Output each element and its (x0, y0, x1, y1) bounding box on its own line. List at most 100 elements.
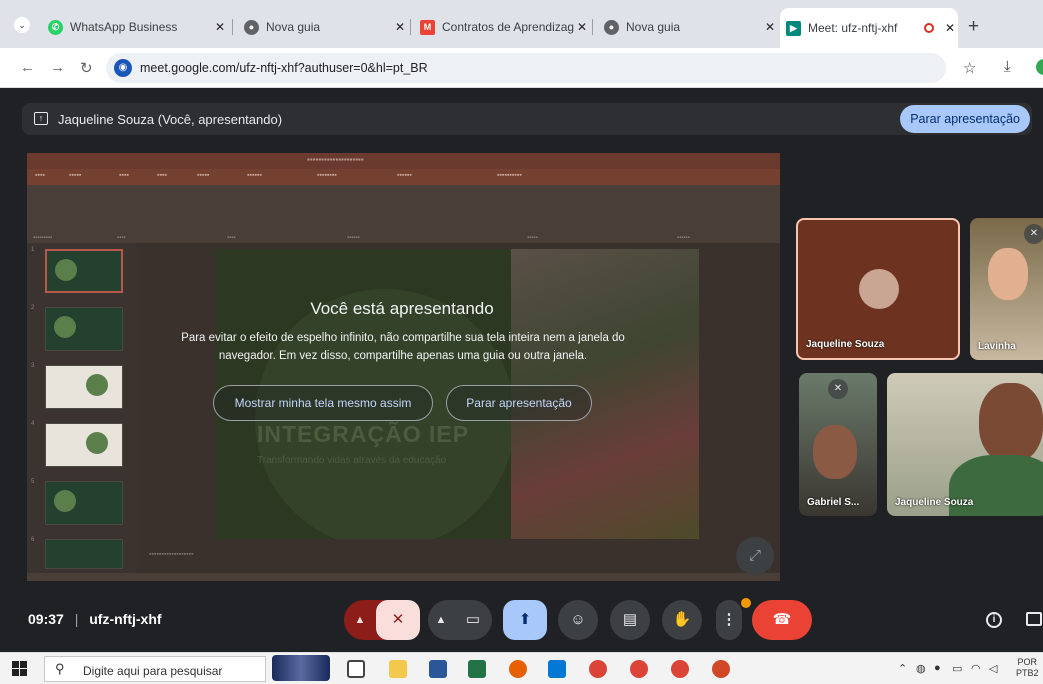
language-code: POR (1017, 657, 1038, 667)
tab-label: Nova guia (626, 20, 681, 34)
word-icon[interactable] (429, 660, 447, 678)
participant-tile[interactable]: Jaqueline Souza (887, 373, 1043, 516)
tab-search-icon[interactable]: ⌄ (14, 17, 30, 33)
file-explorer-icon[interactable] (389, 660, 407, 678)
chat-icon[interactable] (1026, 612, 1042, 626)
bookmark-star-icon[interactable]: ☆ (963, 59, 976, 77)
keyboard-layout: PTB2 (1016, 668, 1039, 678)
tab-label: Meet: ufz-nftj-xhf (808, 21, 898, 35)
presenting-overlay-message: Para evitar o efeito de espelho infinito… (181, 332, 625, 362)
widget-image-icon[interactable] (272, 655, 330, 681)
ppt-menubar: ▪▪▪▪ ▪▪▪▪▪ ▪▪▪▪ ▪▪▪▪ ▪▪▪▪▪ ▪▪▪▪▪▪ ▪▪▪▪▪▪▪▪ ▪▪… (27, 169, 780, 185)
chrome-icon[interactable] (671, 660, 689, 678)
ppt-titlebar: ▪▪▪▪▪▪▪▪▪▪▪▪▪▪▪▪▪▪▪▪ (27, 153, 780, 169)
present-screen-button[interactable]: ⬆ (503, 600, 547, 640)
stop-presenting-top-button[interactable]: Parar apresentação (900, 105, 1030, 133)
ppt-ribbon: ▪▪▪▪▪▪▪▪▪ ▪▪▪▪ ▪▪▪▪ ▪▪▪▪▪▪ ▪▪▪▪▪ ▪▪▪▪▪▪ (27, 185, 780, 243)
download-icon[interactable]: ⤓ (1004, 58, 1011, 75)
tab-label: WhatsApp Business (70, 20, 178, 34)
excel-icon[interactable] (468, 660, 486, 678)
volume-icon[interactable]: ◁ (989, 662, 997, 675)
slide-heading: INTEGRAÇÃO IEP (257, 421, 470, 447)
tab-meet[interactable]: ▶ Meet: ufz-nftj-xhf ✕ (780, 8, 958, 48)
camera-options-chevron-icon[interactable]: ▲ (428, 600, 454, 640)
gmail-icon: M (420, 19, 435, 35)
participant-video (979, 383, 1043, 463)
close-tab-icon[interactable]: ✕ (942, 21, 958, 35)
whatsapp-icon: ✆ (48, 19, 63, 35)
tab-nova-guia-1[interactable]: ● Nova guia ✕ (238, 12, 408, 42)
slide-thumbnail-panel: 1 2 3 4 5 6 (27, 243, 137, 573)
windows-start-icon[interactable] (12, 661, 27, 676)
mic-off-icon: ✕ (1024, 224, 1043, 244)
close-tab-icon[interactable]: ✕ (212, 20, 228, 34)
firefox-icon[interactable] (509, 660, 527, 678)
forward-icon[interactable]: → (50, 59, 65, 76)
task-view-icon[interactable] (347, 660, 365, 678)
extension-icon[interactable] (1036, 59, 1043, 75)
mic-control-group: ▲ ✕ (344, 600, 420, 640)
show-screen-anyway-button[interactable]: Mostrar minha tela mesmo assim (213, 385, 433, 421)
mic-options-chevron-icon[interactable]: ▲ (344, 600, 376, 640)
tab-whatsapp-business[interactable]: ✆ WhatsApp Business ✕ (42, 12, 228, 42)
slide-thumbnail (45, 365, 123, 409)
site-info-icon[interactable]: ◉ (114, 59, 132, 77)
participant-video (813, 425, 857, 479)
windows-taskbar: ⚲ Digite aqui para pesquisar ⌃ ◍ ● ▭ ◠ ◁… (0, 652, 1043, 684)
close-tab-icon[interactable]: ✕ (574, 20, 590, 34)
emoji-reactions-icon[interactable]: ☺ (558, 600, 598, 640)
search-placeholder: Digite aqui para pesquisar (83, 664, 223, 678)
mic-off-button[interactable]: ✕ (376, 600, 420, 640)
presenting-overlay-title: Você está apresentando (310, 299, 494, 318)
separator: | (74, 611, 79, 627)
captions-icon[interactable]: ▤ (610, 600, 650, 640)
url-field[interactable]: ◉ meet.google.com/ufz-nftj-xhf?authuser=… (106, 53, 946, 83)
tray-chevron-icon[interactable]: ⌃ (898, 662, 907, 675)
chrome-icon: ● (244, 19, 259, 35)
close-tab-icon[interactable]: ✕ (762, 20, 778, 34)
participant-tile[interactable]: ✕ Gabriel S... (799, 373, 877, 516)
end-call-icon[interactable]: ☎ (752, 600, 812, 640)
wifi-icon[interactable]: ◠ (971, 662, 981, 675)
ppt-notes-area: ▪▪▪▪▪▪▪▪▪▪▪▪▪▪▪▪▪▪ (137, 545, 780, 573)
slide-thumbnail (45, 249, 123, 293)
chrome-icon: ● (604, 19, 619, 35)
chrome-icon[interactable] (589, 660, 607, 678)
meet-stage: ↑ Jaqueline Souza (Você, apresentando) P… (0, 89, 1043, 652)
tab-nova-guia-2[interactable]: ● Nova guia ✕ (598, 12, 778, 42)
avatar (859, 269, 899, 309)
language-indicator[interactable]: POR PTB2 (1016, 657, 1039, 679)
close-tab-icon[interactable]: ✕ (392, 20, 408, 34)
battery-icon[interactable]: ▭ (952, 662, 962, 675)
participant-name: Jaqueline Souza (806, 339, 885, 350)
slide-thumbnail (45, 539, 123, 569)
meeting-code: ufz-nftj-xhf (89, 611, 162, 627)
presenting-label: Jaqueline Souza (Você, apresentando) (58, 112, 283, 127)
tab-contratos[interactable]: M Contratos de Aprendizagem ✕ (414, 12, 590, 42)
expand-icon[interactable]: ⤢ (736, 537, 774, 575)
reload-icon[interactable]: ↻ (80, 59, 93, 77)
slide-thumbnail (45, 423, 123, 467)
tray-app-icon[interactable]: ◍ (916, 662, 926, 675)
participant-tile-self[interactable]: Jaqueline Souza (796, 218, 960, 360)
slide-thumbnail (45, 481, 123, 525)
participant-name: Jaqueline Souza (895, 497, 974, 508)
slide-thumbnail (45, 307, 123, 351)
powerpoint-icon[interactable] (712, 660, 730, 678)
outlook-icon[interactable] (548, 660, 566, 678)
chrome-icon[interactable] (630, 660, 648, 678)
microphone-icon[interactable]: ● (934, 662, 941, 674)
camera-icon[interactable]: ▭ (456, 600, 490, 640)
more-options-icon[interactable]: ⋮ (716, 600, 742, 640)
search-icon: ⚲ (55, 661, 65, 676)
participant-tile[interactable]: ✕ Lavinha (970, 218, 1043, 360)
meeting-info: 09:37 | ufz-nftj-xhf (28, 611, 162, 627)
raise-hand-icon[interactable]: ✋ (662, 600, 702, 640)
clock: 09:37 (28, 611, 64, 627)
meeting-details-icon[interactable]: i (986, 612, 1002, 628)
stop-presenting-button[interactable]: Parar apresentação (446, 385, 592, 421)
taskbar-search-field[interactable]: ⚲ Digite aqui para pesquisar (44, 656, 266, 682)
back-icon[interactable]: ← (20, 59, 35, 76)
browser-tab-strip: ⌄ ✆ WhatsApp Business ✕ ● Nova guia ✕ M … (0, 0, 1043, 48)
new-tab-button[interactable]: + (968, 16, 979, 38)
